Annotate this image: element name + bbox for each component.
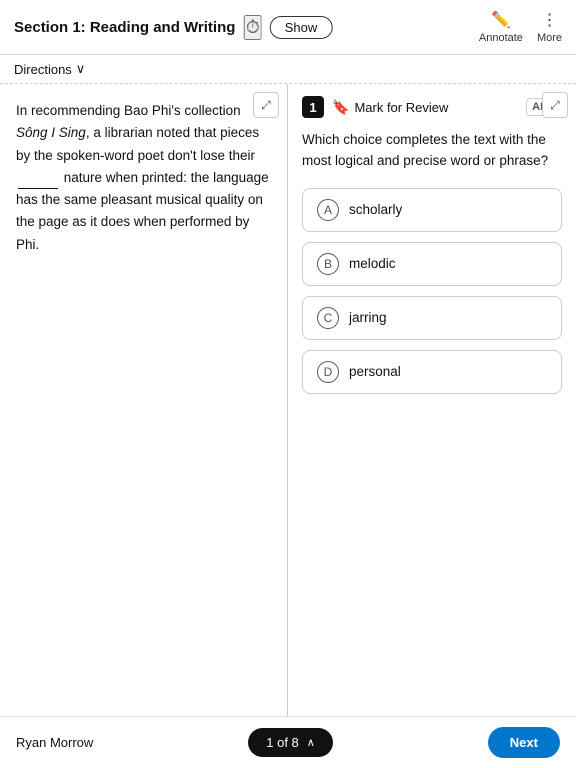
question-header: 1 🔖 Mark for Review ABC [302,96,562,118]
annotate-label: Annotate [479,32,523,44]
next-button[interactable]: Next [488,727,560,758]
header-center-controls: ⏱ Show [244,15,333,40]
header: Section 1: Reading and Writing ⏱ Show ✏️… [0,0,576,55]
chevron-up-icon: ∧ [307,736,315,749]
answer-choices: A scholarly B melodic C jarring D person… [302,188,562,394]
header-actions: ✏️ Annotate ⋮ More [479,10,562,44]
choice-a-letter: A [317,199,339,221]
expand-right-icon: ⤢ [550,98,560,113]
choice-c[interactable]: C jarring [302,296,562,340]
expand-right-button[interactable]: ⤢ [542,92,568,118]
main-content: ⤢ In recommending Bao Phi's collection S… [0,84,576,716]
blank-placeholder [18,188,58,189]
choice-a[interactable]: A scholarly [302,188,562,232]
right-panel: ⤢ 1 🔖 Mark for Review ABC Which choice c… [288,84,576,716]
choice-b[interactable]: B melodic [302,242,562,286]
choice-b-letter: B [317,253,339,275]
question-text: Which choice completes the text with the… [302,130,562,172]
annotate-button[interactable]: ✏️ Annotate [479,10,523,44]
book-title: Sông I Sing [16,125,86,140]
more-button[interactable]: ⋮ More [537,10,562,44]
more-label: More [537,32,562,44]
expand-left-icon: ⤢ [261,98,271,113]
bookmark-icon: 🔖 [332,99,349,116]
timer-button[interactable]: ⏱ [244,15,262,40]
mark-for-review-button[interactable]: 🔖 Mark for Review [332,99,448,116]
more-icon: ⋮ [541,10,557,30]
page-indicator-button[interactable]: 1 of 8 ∧ [248,728,333,757]
directions-label: Directions [14,62,72,77]
student-name: Ryan Morrow [16,735,93,750]
choice-b-text: melodic [349,256,396,271]
passage-text: In recommending Bao Phi's collection Sôn… [16,100,271,256]
left-panel: ⤢ In recommending Bao Phi's collection S… [0,84,288,716]
directions-button[interactable]: Directions ∨ [14,61,85,77]
expand-left-button[interactable]: ⤢ [253,92,279,118]
annotate-icon: ✏️ [491,10,511,30]
directions-bar: Directions ∨ [0,55,576,84]
mark-review-label: Mark for Review [354,100,448,115]
footer: Ryan Morrow 1 of 8 ∧ Next [0,716,576,768]
choice-c-text: jarring [349,310,387,325]
page-indicator-text: 1 of 8 [266,735,299,750]
question-number: 1 [302,96,324,118]
choice-c-letter: C [317,307,339,329]
choice-a-text: scholarly [349,202,402,217]
show-button[interactable]: Show [270,16,333,39]
choice-d-letter: D [317,361,339,383]
choice-d-text: personal [349,364,401,379]
choice-d[interactable]: D personal [302,350,562,394]
directions-chevron: ∨ [76,61,86,77]
